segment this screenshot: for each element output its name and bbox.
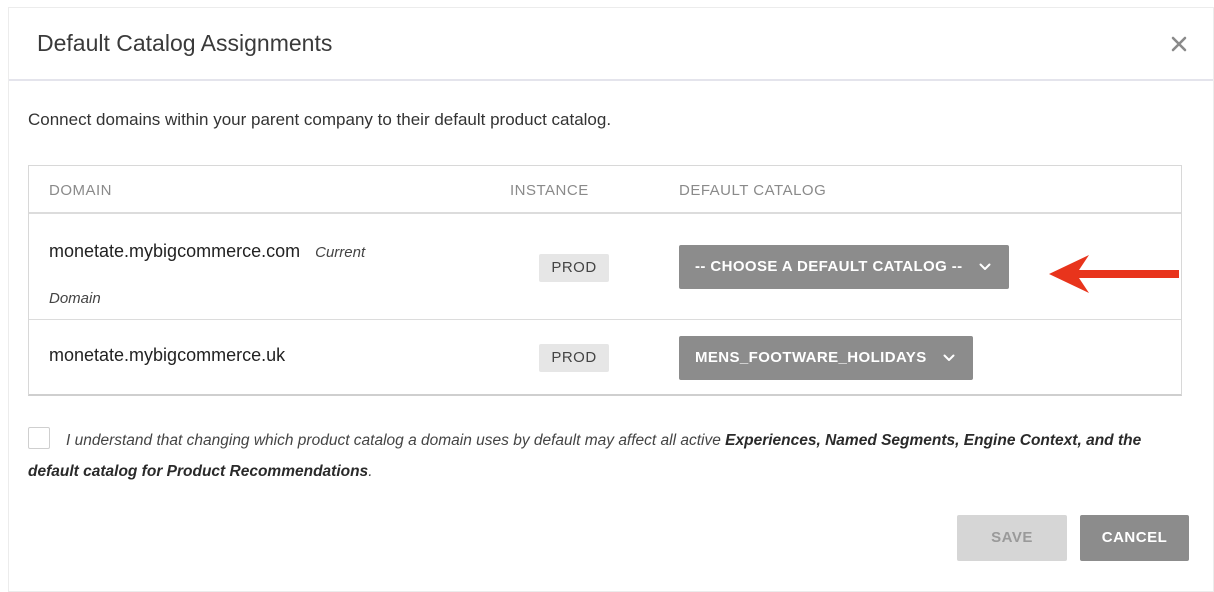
- modal-title: Default Catalog Assignments: [37, 30, 333, 56]
- cancel-button[interactable]: CANCEL: [1080, 515, 1189, 561]
- acknowledgement: I understand that changing which product…: [28, 425, 1188, 487]
- catalog-table: DOMAIN INSTANCE DEFAULT CATALOG monetate…: [28, 165, 1182, 396]
- ack-bold-experiences: Experiences, Named Segments, Engine Cont…: [725, 432, 1082, 449]
- domain-name: monetate.mybigcommerce.uk: [49, 345, 286, 365]
- domain-text: monetate.mybigcommerce.com: [49, 241, 301, 261]
- instance-badge: PROD: [539, 254, 609, 282]
- current-domain-note-cont: Domain: [49, 290, 101, 307]
- header-default-catalog: DEFAULT CATALOG: [679, 182, 827, 199]
- ack-text-suffix: .: [368, 463, 373, 480]
- catalog-dropdown[interactable]: MENS_FOOTWARE_HOLIDAYS: [679, 336, 974, 380]
- catalog-dropdown-label: MENS_FOOTWARE_HOLIDAYS: [695, 349, 927, 366]
- modal-description: Connect domains within your parent compa…: [28, 110, 612, 129]
- table-row: monetate.mybigcommerce.com Current Domai…: [29, 214, 1181, 320]
- acknowledge-checkbox[interactable]: [28, 427, 50, 449]
- acknowledgement-text: I understand that changing which product…: [28, 425, 1188, 487]
- domain-name: monetate.mybigcommerce.com Current Domai…: [49, 240, 449, 307]
- header-instance: INSTANCE: [510, 182, 589, 199]
- header-domain: DOMAIN: [49, 182, 112, 199]
- catalog-dropdown-label: -- CHOOSE A DEFAULT CATALOG --: [695, 258, 963, 275]
- ack-text-prefix: I understand that changing which product…: [66, 432, 726, 449]
- chevron-down-icon: [979, 263, 991, 271]
- chevron-down-icon: [943, 354, 955, 362]
- red-arrow-icon: [1049, 253, 1181, 300]
- instance-badge: PROD: [539, 344, 609, 372]
- current-domain-note: Current: [315, 244, 366, 261]
- table-row: monetate.mybigcommerce.uk PROD MENS_FOOT…: [29, 320, 1181, 395]
- close-icon[interactable]: [1167, 32, 1191, 56]
- save-button[interactable]: SAVE: [957, 515, 1067, 561]
- modal-header: Default Catalog Assignments: [9, 8, 1213, 81]
- table-header: DOMAIN INSTANCE DEFAULT CATALOG: [29, 166, 1181, 214]
- catalog-dropdown[interactable]: -- CHOOSE A DEFAULT CATALOG --: [679, 245, 1010, 289]
